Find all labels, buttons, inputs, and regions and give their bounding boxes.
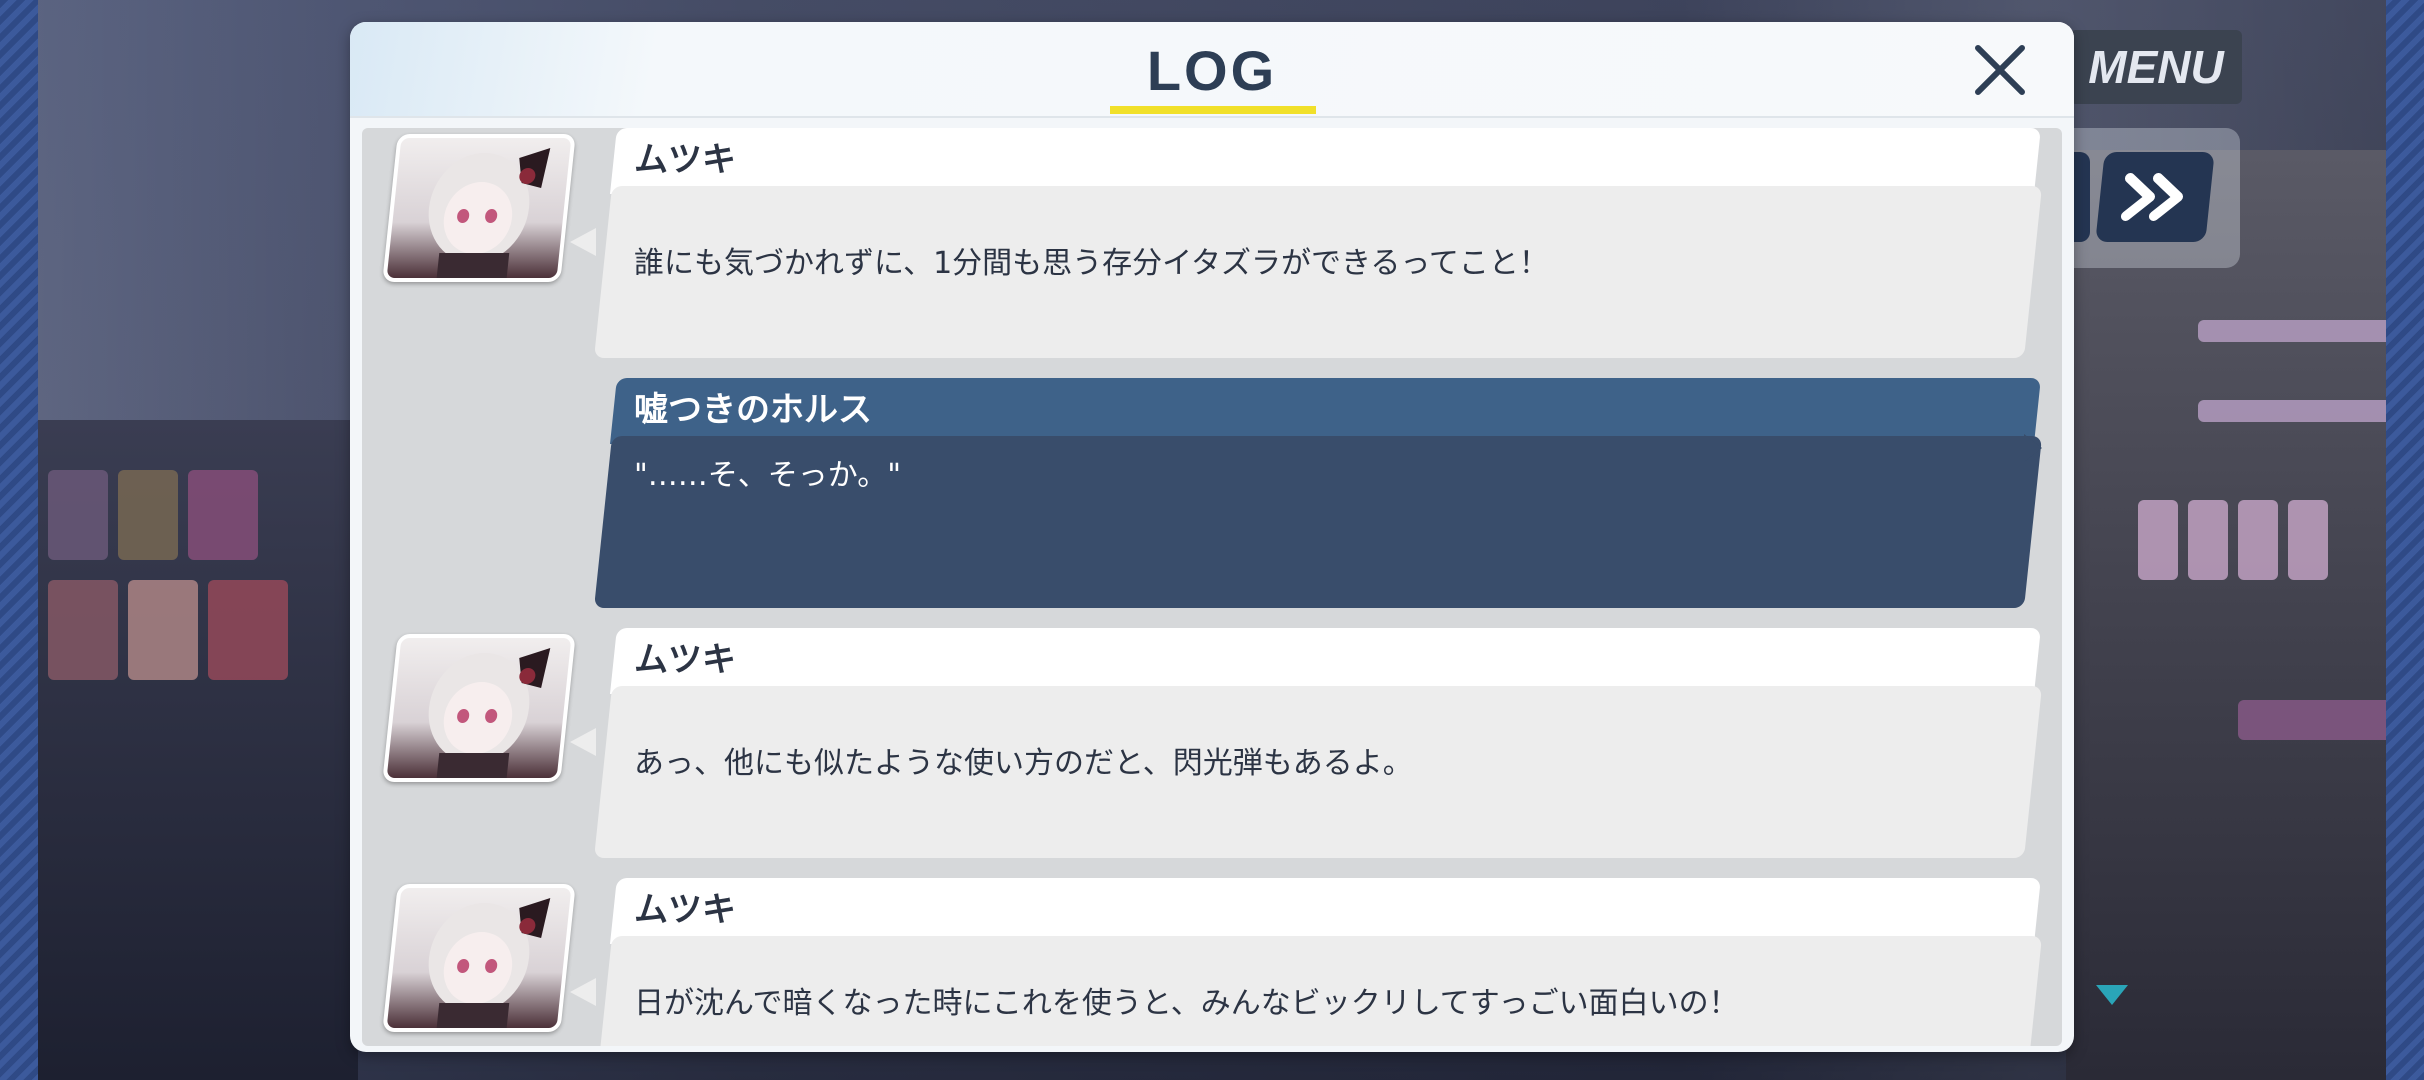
bubble-pointer (570, 978, 596, 1006)
character-avatar (382, 134, 576, 282)
mutsuki-portrait-icon (428, 148, 551, 278)
product-image (118, 470, 178, 560)
product-image (2288, 500, 2328, 580)
product-image (2138, 500, 2178, 580)
mutsuki-portrait-icon (428, 898, 551, 1028)
title-underline (1110, 106, 1316, 114)
double-chevron-right-icon (2120, 173, 2184, 221)
speaker-name-tab (610, 128, 2041, 194)
message-text: あっ、他にも似たような使い方のだと、閃光弾もあるよ。 (634, 746, 1413, 781)
product-image (2198, 400, 2386, 422)
log-entry: ムツキ あっ、他にも似たような使い方のだと、閃光弾もあるよ。 (362, 628, 2062, 868)
log-header: LOG (350, 22, 2074, 118)
message-text: 日が沈んで暗くなった時にこれを使うと、みんなビックリしてすっごい面白いの！ (634, 986, 1739, 1021)
message-text: 誰にも気づかれずに、1分間も思う存分イタズラができるってこと！ (634, 246, 1549, 281)
product-image (128, 580, 198, 680)
bubble-pointer (570, 728, 596, 756)
log-entry: 嘘つきのホルス "……そ、そっか。" (362, 378, 2062, 628)
scroll-down-triangle-icon (2096, 985, 2128, 1005)
log-window: LOG ムツキ 誰にも気づかれずに、1分間も思う存分イタズラができるってこと！ … (350, 22, 2074, 1052)
speaker-name: 嘘つきのホルス (634, 390, 872, 430)
speaker-name: ムツキ (634, 640, 736, 680)
speaker-name-tab (610, 628, 2041, 694)
menu-button[interactable]: MENU (2070, 30, 2242, 104)
product-image (2238, 700, 2386, 740)
product-image (48, 470, 108, 560)
log-entry: ムツキ 日が沈んで暗くなった時にこれを使うと、みんなビックリしてすっごい面白いの… (362, 878, 2062, 1046)
speaker-name: ムツキ (634, 890, 736, 930)
product-image (48, 580, 118, 680)
speaker-name-tab (610, 878, 2041, 944)
speaker-name: ムツキ (634, 140, 736, 180)
product-image (188, 470, 258, 560)
product-image (2198, 320, 2386, 342)
close-button[interactable] (1970, 40, 2030, 100)
message-text: "……そ、そっか。" (634, 458, 901, 493)
store-shelf-right (2066, 150, 2386, 1080)
product-image (2238, 500, 2278, 580)
mutsuki-portrait-icon (428, 648, 551, 778)
product-image (208, 580, 288, 680)
menu-label: MENU (2088, 41, 2224, 93)
bubble-pointer (570, 228, 596, 256)
character-avatar (382, 634, 576, 782)
close-icon (1975, 45, 2025, 95)
product-image (2188, 500, 2228, 580)
bubble-pointer (2024, 434, 2042, 462)
log-title: LOG (1146, 39, 1278, 102)
character-avatar (382, 884, 576, 1032)
skip-button[interactable] (2095, 152, 2215, 242)
log-entry: ムツキ 誰にも気づかれずに、1分間も思う存分イタズラができるってこと！ (362, 128, 2062, 368)
log-list[interactable]: ムツキ 誰にも気づかれずに、1分間も思う存分イタズラができるってこと！ 嘘つきの… (362, 128, 2062, 1046)
